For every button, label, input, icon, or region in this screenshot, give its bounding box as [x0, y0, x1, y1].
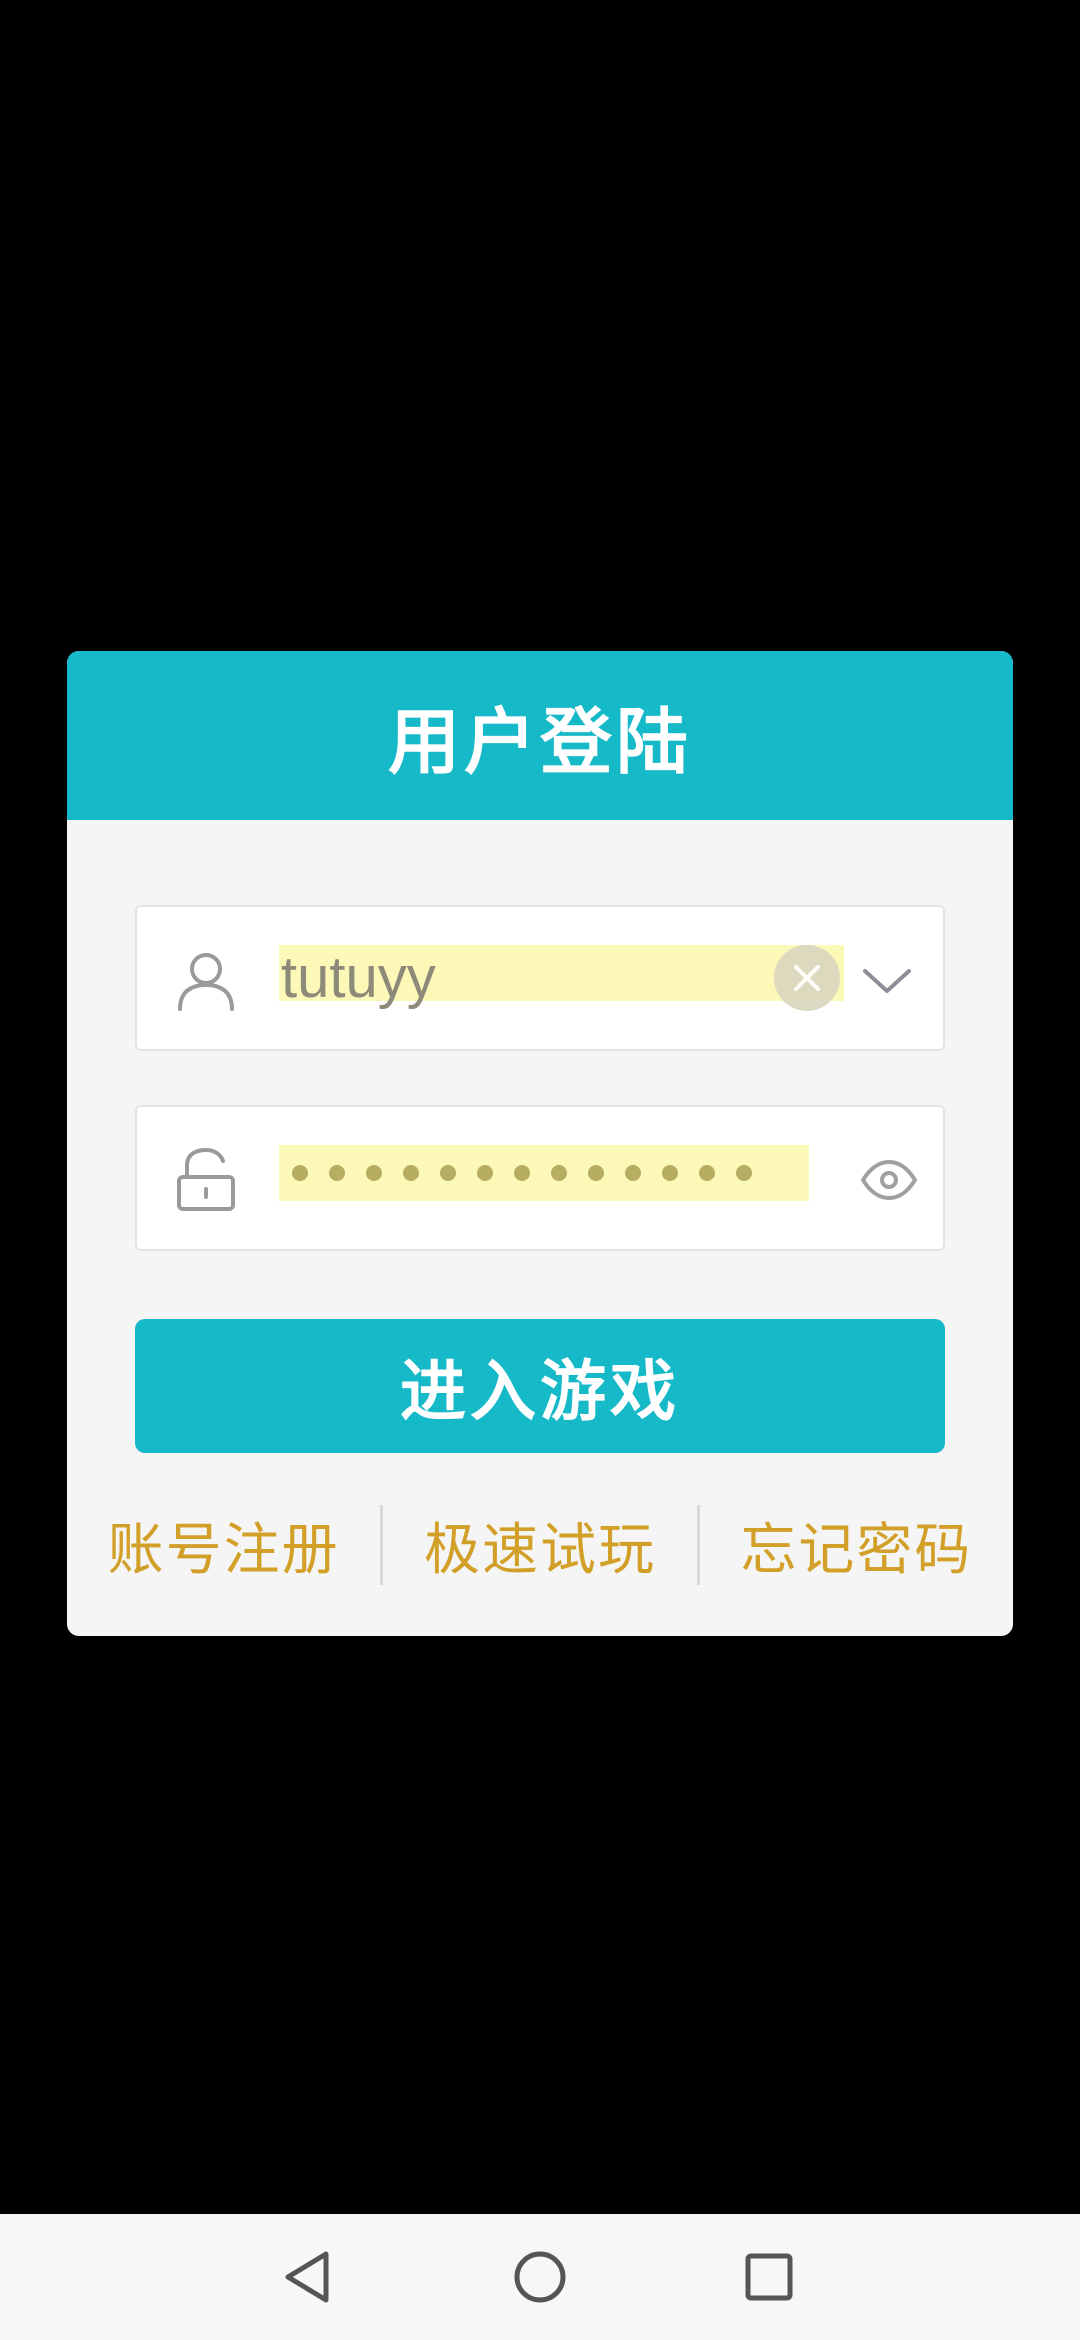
password-field[interactable] [135, 1105, 945, 1251]
login-dialog: 用户登陆 tutuyy 进入游戏 账号注册 极速试玩 忘记密码 [67, 651, 1013, 1636]
recent-square-icon[interactable] [734, 2242, 804, 2312]
dialog-header: 用户登陆 [67, 651, 1013, 820]
enter-game-button[interactable]: 进入游戏 [135, 1319, 945, 1453]
eye-icon[interactable] [859, 1155, 919, 1205]
forgot-password-link[interactable]: 忘记密码 [700, 1505, 1013, 1586]
password-dot [477, 1165, 493, 1181]
password-value[interactable] [292, 1159, 752, 1187]
password-dot [440, 1165, 456, 1181]
password-dot [736, 1165, 752, 1181]
chevron-down-icon[interactable] [857, 951, 917, 1011]
user-icon [173, 947, 239, 1013]
quick-play-link[interactable]: 极速试玩 [383, 1505, 696, 1586]
password-dot [662, 1165, 678, 1181]
username-field[interactable]: tutuyy [135, 905, 945, 1051]
dialog-title: 用户登陆 [387, 700, 692, 784]
password-dot [329, 1165, 345, 1181]
navigation-bar [0, 2214, 1080, 2340]
password-dot [551, 1165, 567, 1181]
screen: 用户登陆 tutuyy 进入游戏 账号注册 极速试玩 忘记密码 [0, 0, 1080, 2340]
password-dot [588, 1165, 604, 1181]
password-dot [699, 1165, 715, 1181]
register-link[interactable]: 账号注册 [67, 1505, 380, 1586]
password-dot [292, 1165, 308, 1181]
password-dot [514, 1165, 530, 1181]
password-dot [366, 1165, 382, 1181]
home-circle-icon[interactable] [505, 2242, 575, 2312]
login-links: 账号注册 极速试玩 忘记密码 [67, 1503, 1013, 1587]
lock-icon [173, 1147, 239, 1213]
password-dot [625, 1165, 641, 1181]
back-triangle-icon[interactable] [274, 2242, 344, 2312]
username-value[interactable]: tutuyy [281, 943, 436, 1013]
clear-icon[interactable] [774, 945, 840, 1011]
password-dot [403, 1165, 419, 1181]
